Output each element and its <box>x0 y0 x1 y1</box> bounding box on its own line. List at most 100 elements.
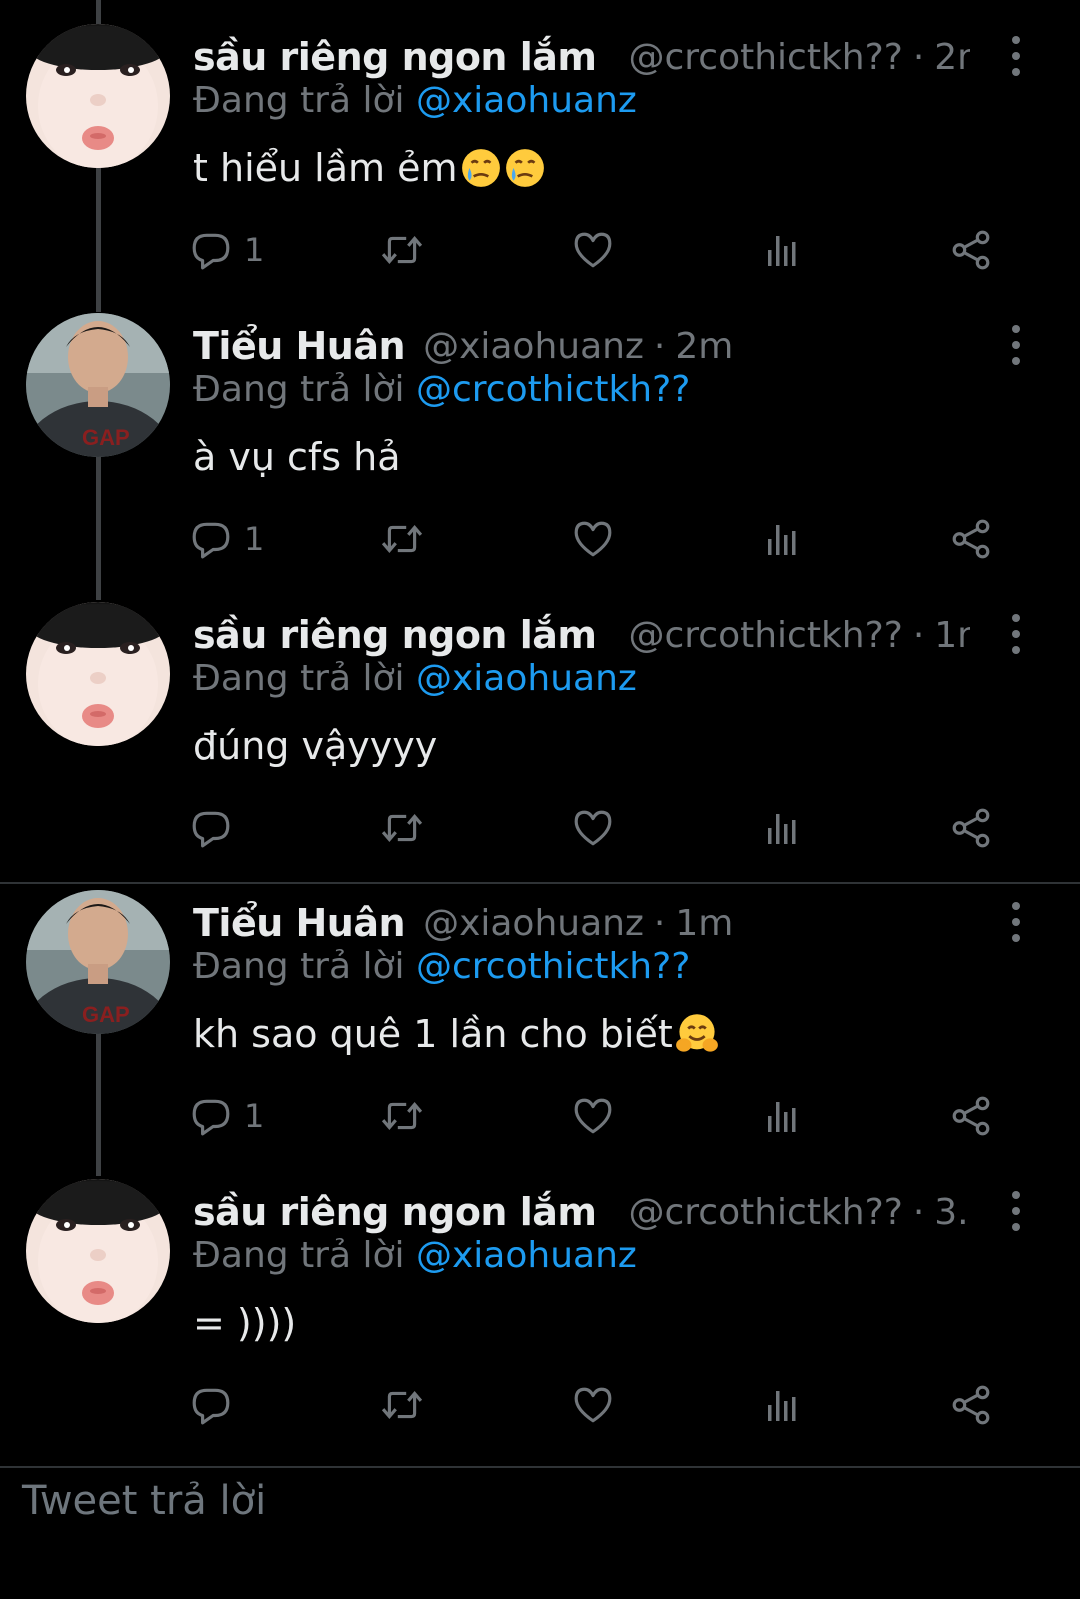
avatar[interactable] <box>26 24 170 168</box>
display-name[interactable]: Tiểu Huân <box>193 324 406 368</box>
avatar[interactable] <box>26 1179 170 1323</box>
share-button[interactable] <box>950 1377 992 1433</box>
share-button[interactable] <box>950 511 992 567</box>
tweet[interactable]: Tiểu Huân @xiaohuanz · 1m Đang trả lời @… <box>0 866 1080 1155</box>
mention-link[interactable]: @xiaohuanz <box>416 80 637 121</box>
tweet-header: Tiểu Huân @xiaohuanz · 1m <box>193 894 970 952</box>
reply-compose-input[interactable]: Tweet trả lời <box>22 1478 266 1524</box>
share-button[interactable] <box>950 1088 992 1144</box>
tweet[interactable]: Tiểu Huân @xiaohuanz · 2m Đang trả lời @… <box>0 289 1080 578</box>
like-button[interactable] <box>572 1377 614 1433</box>
timestamp[interactable]: 3... <box>934 1192 970 1233</box>
reply-button[interactable] <box>190 1377 244 1433</box>
heart-icon <box>572 807 614 849</box>
display-name[interactable]: sầu riêng ngon lắm <box>193 35 597 79</box>
like-button[interactable] <box>572 222 614 278</box>
tweet[interactable]: sầu riêng ngon lắm @crcothictkh?? · 3...… <box>0 1155 1080 1444</box>
display-name[interactable]: sầu riêng ngon lắm <box>193 613 597 657</box>
views-button[interactable] <box>762 511 802 567</box>
tweet[interactable]: sầu riêng ngon lắm @crcothictkh?? · 1m Đ… <box>0 578 1080 867</box>
timestamp[interactable]: 2m <box>675 326 733 367</box>
retweet-button[interactable] <box>380 800 424 856</box>
views-button[interactable] <box>762 1377 802 1433</box>
vertical-dots-icon[interactable] <box>1008 612 1024 656</box>
bar-chart-icon <box>762 519 802 559</box>
mention-link[interactable]: @crcothictkh?? <box>416 946 690 987</box>
retweet-button[interactable] <box>380 222 424 278</box>
handle: @crcothictkh?? <box>628 36 903 78</box>
tweet-text-content: đúng vậyyyy <box>193 724 438 768</box>
reply-button[interactable]: 1 <box>190 1088 264 1144</box>
views-button[interactable] <box>762 1088 802 1144</box>
share-button[interactable] <box>950 222 992 278</box>
views-button[interactable] <box>762 222 802 278</box>
bar-chart-icon <box>762 1385 802 1425</box>
retweet-button[interactable] <box>380 1377 424 1433</box>
hugging-face-emoji <box>675 1012 719 1056</box>
share-button[interactable] <box>950 800 992 856</box>
replying-to: Đang trả lời @xiaohuanz <box>193 658 637 699</box>
speech-bubble-icon <box>190 1384 232 1426</box>
replying-to: Đang trả lời @crcothictkh?? <box>193 946 690 987</box>
retweet-icon <box>380 518 424 560</box>
mention-link[interactable]: @xiaohuanz <box>416 1235 637 1276</box>
avatar[interactable] <box>26 890 170 1034</box>
reply-button[interactable] <box>190 800 244 856</box>
speech-bubble-icon <box>190 1095 232 1137</box>
avatar[interactable] <box>26 602 170 746</box>
timestamp[interactable]: 2m <box>934 37 970 78</box>
share-icon <box>950 807 992 849</box>
heart-icon <box>572 1384 614 1426</box>
display-name[interactable]: sầu riêng ngon lắm <box>193 1190 597 1234</box>
mention-link[interactable]: @crcothictkh?? <box>416 369 690 410</box>
replying-to: Đang trả lời @crcothictkh?? <box>193 369 690 410</box>
tweet-text: kh sao quê 1 lần cho biết <box>193 1012 719 1056</box>
tweet-header: Tiểu Huân @xiaohuanz · 2m <box>193 317 970 375</box>
separator: · <box>912 36 925 78</box>
action-bar: 1 <box>190 1088 1030 1144</box>
reply-button[interactable]: 1 <box>190 222 264 278</box>
replying-prefix: Đang trả lời <box>193 1235 405 1276</box>
retweet-button[interactable] <box>380 511 424 567</box>
tweet-text-content: = )))) <box>193 1301 297 1345</box>
reply-count: 1 <box>244 231 265 269</box>
timestamp[interactable]: 1m <box>934 615 970 656</box>
replying-prefix: Đang trả lời <box>193 946 405 987</box>
vertical-dots-icon[interactable] <box>1008 323 1024 367</box>
reply-count: 1 <box>244 520 265 558</box>
action-bar <box>190 800 1030 856</box>
share-icon <box>950 1095 992 1137</box>
crying-face-emoji <box>504 147 546 189</box>
vertical-dots-icon[interactable] <box>1008 1189 1024 1233</box>
replying-prefix: Đang trả lời <box>193 658 405 699</box>
reply-count: 1 <box>244 1097 265 1135</box>
tweet-text: đúng vậyyyy <box>193 724 437 768</box>
heart-icon <box>572 229 614 271</box>
tweet-text: = )))) <box>193 1301 296 1345</box>
avatar[interactable] <box>26 313 170 457</box>
timestamp[interactable]: 1m <box>675 903 733 944</box>
views-button[interactable] <box>762 800 802 856</box>
retweet-icon <box>380 807 424 849</box>
replying-to: Đang trả lời @xiaohuanz <box>193 80 637 121</box>
mention-link[interactable]: @xiaohuanz <box>416 658 637 699</box>
like-button[interactable] <box>572 1088 614 1144</box>
tweet-text-content: t hiểu lầm ẻm <box>193 146 458 190</box>
tweet-header: sầu riêng ngon lắm @crcothictkh?? · 1m <box>193 606 970 664</box>
handle: @xiaohuanz <box>423 325 644 367</box>
tweet[interactable]: sầu riêng ngon lắm @crcothictkh?? · 2m Đ… <box>0 0 1080 289</box>
handle: @crcothictkh?? <box>628 1191 903 1233</box>
vertical-dots-icon[interactable] <box>1008 900 1024 944</box>
tweet-text: t hiểu lầm ẻm <box>193 146 546 190</box>
action-bar: 1 <box>190 222 1030 278</box>
display-name[interactable]: Tiểu Huân <box>193 901 406 945</box>
retweet-button[interactable] <box>380 1088 424 1144</box>
vertical-dots-icon[interactable] <box>1008 34 1024 78</box>
reply-button[interactable]: 1 <box>190 511 264 567</box>
heart-icon <box>572 1095 614 1137</box>
speech-bubble-icon <box>190 518 232 560</box>
share-icon <box>950 518 992 560</box>
tweet-header: sầu riêng ngon lắm @crcothictkh?? · 3... <box>193 1183 970 1241</box>
like-button[interactable] <box>572 800 614 856</box>
like-button[interactable] <box>572 511 614 567</box>
